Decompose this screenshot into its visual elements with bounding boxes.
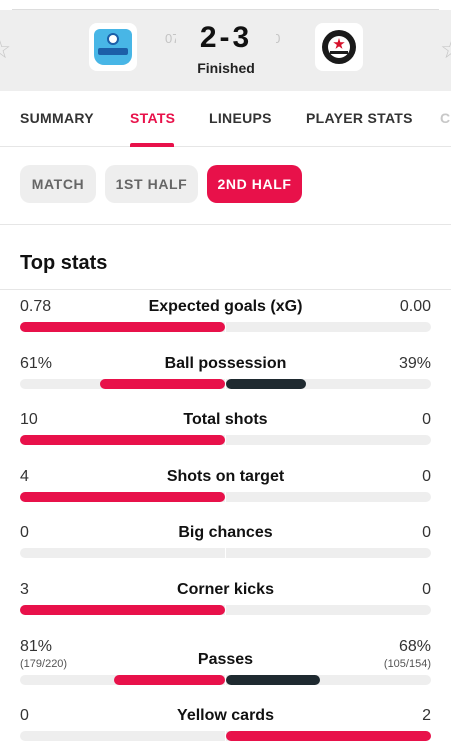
stat-home-bar-track xyxy=(20,435,225,445)
stat-home-value: 3 xyxy=(20,581,29,598)
stat-home-bar xyxy=(20,322,225,332)
period-first-half-button[interactable]: 1ST HALF xyxy=(105,165,198,203)
stat-away-value: 0.00 xyxy=(399,298,431,315)
match-score: 2-3 xyxy=(176,20,276,56)
stat-away-bar xyxy=(226,379,306,389)
stat-home-bar-track xyxy=(20,605,225,615)
period-filter: MATCH 1ST HALF 2ND HALF xyxy=(0,147,451,225)
stat-home-bar xyxy=(114,675,225,685)
stat-away-detail: (105/154) xyxy=(383,658,431,670)
period-second-half-button[interactable]: 2ND HALF xyxy=(207,165,302,203)
stat-home-value: 0 xyxy=(20,707,29,724)
stat-label: Ball possession xyxy=(164,355,287,372)
stat-row: 0 Yellow cards 2 xyxy=(0,698,451,750)
away-team-crest-icon xyxy=(322,30,356,64)
stat-away-value: 68% xyxy=(398,638,431,655)
stat-home-bar-track xyxy=(20,675,225,685)
tab-stats[interactable]: STATS xyxy=(130,110,175,126)
match-status: Finished xyxy=(197,60,255,76)
stat-away-value: 0 xyxy=(422,411,431,428)
stat-home-value: 81% xyxy=(20,638,53,655)
stat-row: 3 Corner kicks 0 xyxy=(0,572,451,628)
stat-home-bar-track xyxy=(20,322,225,332)
favorite-star-icon[interactable]: ☆ xyxy=(440,34,451,65)
stat-away-bar-track xyxy=(226,731,431,741)
stat-home-detail: (179/220) xyxy=(20,658,68,670)
stat-away-bar-track xyxy=(226,435,431,445)
section-title: Top stats xyxy=(20,252,108,274)
stat-label: Big chances xyxy=(178,524,273,541)
stat-home-bar xyxy=(20,492,225,502)
stat-row: 10 Total shots 0 xyxy=(0,402,451,458)
stat-away-bar-track xyxy=(226,492,431,502)
stat-home-bar-track xyxy=(20,379,225,389)
stat-row: 4 Shots on target 0 xyxy=(0,459,451,515)
stat-row: 0 Big chances 0 xyxy=(0,515,451,571)
tab-lineups[interactable]: LINEUPS xyxy=(209,110,272,126)
tab-summary[interactable]: SUMMARY xyxy=(20,110,94,126)
stat-row: 81% (179/220) Passes 68% (105/154) xyxy=(0,628,451,698)
home-team-crest-icon xyxy=(94,29,132,65)
stat-label: Total shots xyxy=(183,411,268,428)
favorite-star-icon[interactable]: ☆ xyxy=(0,34,11,65)
stat-home-bar-track xyxy=(20,492,225,502)
stat-home-value: 4 xyxy=(20,468,29,485)
home-team-logo[interactable] xyxy=(89,23,137,71)
stat-away-bar-track xyxy=(226,322,431,332)
stat-home-bar xyxy=(20,605,225,615)
stat-away-bar xyxy=(226,675,321,685)
stat-home-bar-track xyxy=(20,548,225,558)
stat-home-value: 61% xyxy=(20,355,53,372)
stat-home-value: 10 xyxy=(20,411,38,428)
stat-row: 0.78 Expected goals (xG) 0.00 xyxy=(0,289,451,345)
stat-away-value: 0 xyxy=(422,524,431,541)
header-top-strip xyxy=(0,0,451,10)
stat-label: Corner kicks xyxy=(177,581,274,598)
stat-label: Passes xyxy=(197,651,254,668)
stat-label: Shots on target xyxy=(166,468,285,485)
stat-away-value: 2 xyxy=(422,707,431,724)
stat-away-value: 39% xyxy=(398,355,431,372)
stat-away-bar-track xyxy=(226,379,431,389)
tab-overflow-indicator[interactable]: C xyxy=(440,110,450,126)
stat-home-bar xyxy=(99,379,225,389)
stat-home-value: 0.78 xyxy=(20,298,52,315)
tab-player-stats[interactable]: PLAYER STATS xyxy=(306,110,413,126)
match-tabs: SUMMARY STATS LINEUPS PLAYER STATS C xyxy=(0,91,451,147)
away-team-logo[interactable] xyxy=(315,23,363,71)
stat-away-bar-track xyxy=(226,548,431,558)
stat-away-bar-track xyxy=(226,675,431,685)
match-header: ☆ ☆ 07.0 4:00 2-3 Finished xyxy=(0,0,451,91)
stat-away-value: 0 xyxy=(422,581,431,598)
period-match-button[interactable]: MATCH xyxy=(20,165,96,203)
stat-away-value: 0 xyxy=(422,468,431,485)
stat-label: Expected goals (xG) xyxy=(148,298,303,315)
stat-home-bar-track xyxy=(20,731,225,741)
stat-away-bar xyxy=(226,731,431,741)
stat-away-bar-track xyxy=(226,605,431,615)
stat-row: 61% Ball possession 39% xyxy=(0,346,451,402)
stat-home-bar xyxy=(20,435,225,445)
stat-home-value: 0 xyxy=(20,524,29,541)
stat-label: Yellow cards xyxy=(177,707,274,724)
